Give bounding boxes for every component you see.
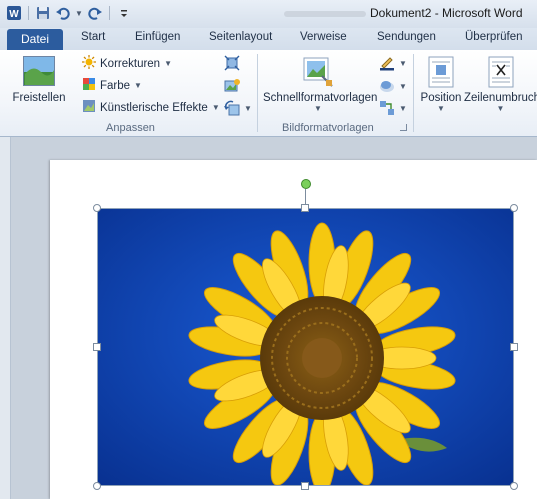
picture-border-icon[interactable] — [379, 55, 395, 71]
chevron-down-icon[interactable]: ▼ — [399, 59, 407, 68]
position-label: Position — [420, 92, 462, 104]
resize-handle-top-left[interactable] — [93, 204, 101, 212]
toolbar-separator — [28, 6, 29, 20]
quick-styles-icon — [302, 56, 334, 88]
window-title: Dokument2 - Microsoft Word — [370, 6, 523, 20]
svg-text:W: W — [9, 9, 19, 20]
remove-background-label: Freistellen — [12, 92, 66, 104]
quick-styles-button[interactable]: Schnellformatvorlagen ▼ — [263, 56, 378, 113]
chevron-down-icon: ▼ — [496, 104, 505, 113]
save-icon[interactable] — [35, 5, 51, 21]
remove-background-icon — [23, 56, 55, 86]
group-separator — [257, 54, 258, 132]
quick-access-toolbar: W ▼ — [6, 5, 132, 21]
word-app-icon[interactable]: W — [6, 5, 22, 21]
redo-icon[interactable] — [87, 5, 103, 21]
group-label-adjust: Anpassen — [106, 122, 155, 134]
rotation-handle[interactable] — [301, 179, 311, 189]
tab-file[interactable]: Datei — [7, 29, 63, 51]
color-label: Farbe — [100, 79, 131, 92]
resize-handle-right[interactable] — [510, 343, 518, 351]
color-button[interactable]: Farbe ▼ — [82, 77, 142, 94]
resize-handle-top[interactable] — [301, 204, 309, 212]
dialog-launcher-icon[interactable] — [400, 124, 407, 131]
chevron-down-icon: ▼ — [211, 103, 220, 112]
palette-icon — [82, 77, 96, 94]
ribbon-panel: Freistellen Korrekturen ▼ Farbe ▼ Künstl… — [0, 50, 537, 137]
tab-mailings[interactable]: Sendungen — [377, 31, 436, 43]
undo-dropdown-icon[interactable]: ▼ — [75, 9, 83, 18]
redacted-text — [284, 11, 366, 17]
undo-icon[interactable] — [55, 5, 71, 21]
chevron-down-icon: ▼ — [437, 104, 445, 113]
corrections-button[interactable]: Korrekturen ▼ — [82, 55, 172, 72]
resize-handle-left[interactable] — [93, 343, 101, 351]
artistic-effects-label: Künstlerische Effekte — [100, 101, 208, 114]
title-bar: W ▼ Dokument2 - Microsoft Word — [0, 0, 537, 28]
remove-background-button[interactable]: Freistellen — [10, 56, 68, 104]
compress-pictures-icon[interactable] — [224, 55, 240, 71]
picture-selection-frame — [97, 208, 514, 486]
toolbar-separator — [108, 6, 110, 20]
quick-styles-label: Schnellformatvorlagen — [263, 92, 378, 104]
chevron-down-icon[interactable]: ▼ — [244, 104, 252, 113]
picture-effects-icon[interactable] — [379, 78, 395, 94]
chevron-down-icon: ▼ — [164, 59, 173, 68]
chevron-down-icon: ▼ — [134, 81, 142, 90]
resize-handle-bottom-left[interactable] — [93, 482, 101, 490]
customize-icon[interactable] — [116, 5, 132, 21]
artistic-effects-button[interactable]: Künstlerische Effekte ▼ — [82, 99, 220, 116]
tab-start[interactable]: Start — [81, 31, 105, 43]
position-icon — [428, 56, 454, 88]
rotation-line — [305, 189, 306, 204]
chevron-down-icon: ▼ — [314, 104, 322, 113]
resize-handle-top-right[interactable] — [510, 204, 518, 212]
ribbon-tabs: Datei Start Einfügen Seitenlayout Verwei… — [0, 28, 537, 51]
group-label-picture-styles: Bildformatvorlagen — [282, 122, 374, 134]
sun-icon — [82, 55, 96, 72]
position-button[interactable]: Position ▼ — [418, 56, 464, 113]
tab-insert[interactable]: Einfügen — [135, 31, 180, 43]
chevron-down-icon[interactable]: ▼ — [399, 104, 407, 113]
change-picture-icon[interactable] — [224, 78, 240, 94]
artistic-effects-icon — [82, 99, 96, 116]
tab-review[interactable]: Überprüfen — [465, 31, 523, 43]
wrap-text-label: Zeilenumbruch — [464, 92, 537, 104]
tab-references[interactable]: Verweise — [300, 31, 347, 43]
wrap-text-button[interactable]: Zeilenumbruch ▼ — [464, 56, 537, 113]
picture-layout-icon[interactable] — [379, 100, 395, 116]
wrap-text-icon — [488, 56, 514, 88]
group-separator — [413, 54, 414, 132]
resize-handle-bottom[interactable] — [301, 482, 309, 490]
chevron-down-icon[interactable]: ▼ — [399, 82, 407, 91]
tab-page-layout[interactable]: Seitenlayout — [209, 31, 272, 43]
vertical-ruler — [0, 137, 11, 499]
corrections-label: Korrekturen — [100, 57, 161, 70]
reset-picture-icon[interactable] — [224, 100, 240, 116]
resize-handle-bottom-right[interactable] — [510, 482, 518, 490]
